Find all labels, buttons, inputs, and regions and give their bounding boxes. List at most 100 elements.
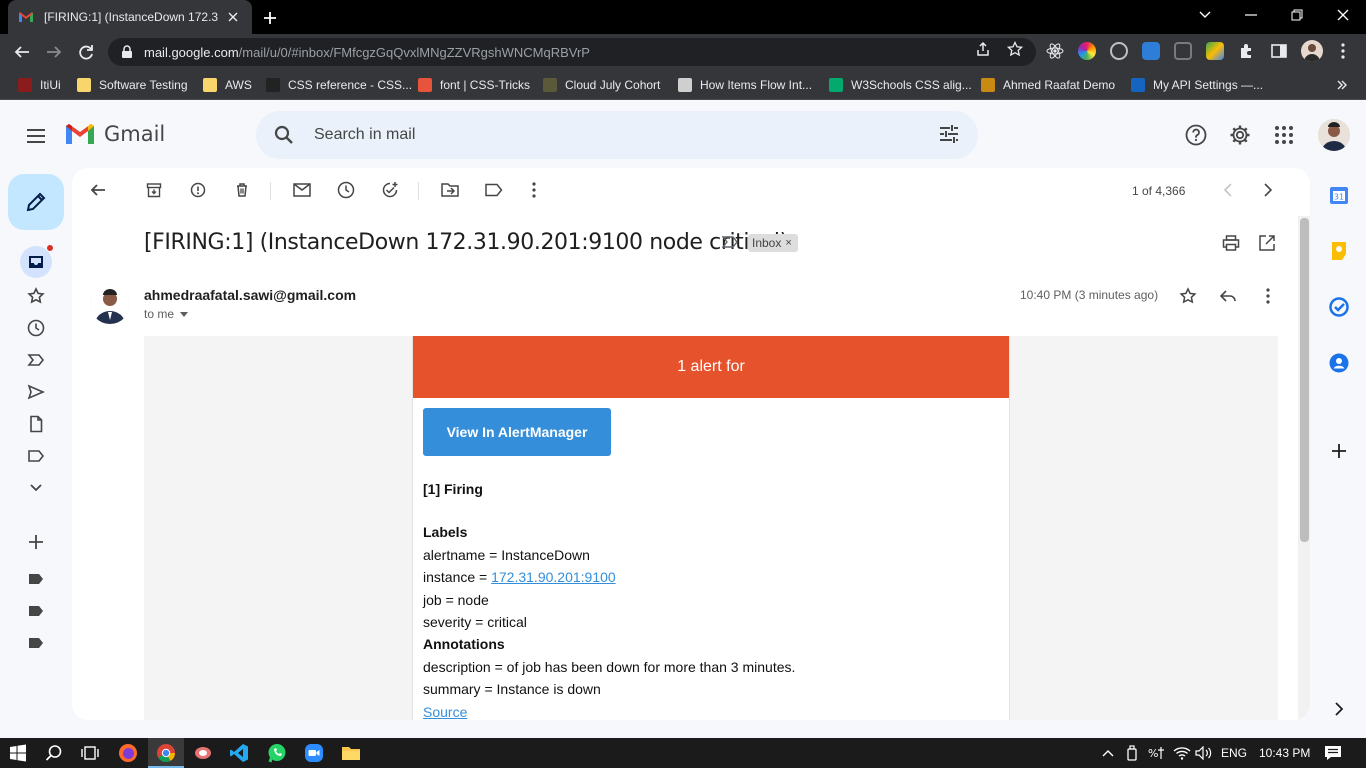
share-icon[interactable]	[974, 40, 992, 58]
notifications-icon[interactable]	[1323, 743, 1343, 763]
sender-avatar[interactable]	[90, 284, 130, 324]
sender-email[interactable]: ahmedraafatal.sawi@gmail.com	[144, 287, 356, 303]
more-nav[interactable]	[24, 476, 48, 500]
whatsapp-icon[interactable]	[267, 743, 287, 763]
remove-label-icon[interactable]: ×	[785, 237, 791, 249]
older-chevron-right-icon[interactable]	[1258, 180, 1278, 200]
wifi-icon[interactable]	[1172, 743, 1192, 763]
bookmark-w3schools[interactable]: W3Schools CSS alig...	[829, 76, 972, 94]
categories-nav[interactable]	[24, 444, 48, 468]
drafts-nav[interactable]	[24, 412, 48, 436]
label-nav-3[interactable]	[24, 631, 48, 655]
labels-icon[interactable]	[484, 180, 504, 200]
input-method-icon[interactable]: %	[1146, 743, 1166, 763]
restore-button[interactable]	[1274, 0, 1320, 30]
important-marker-icon[interactable]	[722, 236, 738, 248]
bookmark-software-testing[interactable]: Software Testing	[77, 76, 188, 94]
bookmark-css-reference[interactable]: CSS reference - CSS...	[266, 76, 412, 94]
add-to-tasks-icon[interactable]	[380, 180, 400, 200]
google-apps-icon[interactable]	[1272, 123, 1296, 147]
support-icon[interactable]	[1184, 123, 1208, 147]
close-window-button[interactable]	[1320, 0, 1366, 30]
delete-icon[interactable]	[232, 180, 252, 200]
label-nav-1[interactable]	[24, 567, 48, 591]
browser-tab-gmail[interactable]: [FIRING:1] (InstanceDown 172.31.	[8, 0, 252, 34]
create-label-button[interactable]	[24, 530, 48, 554]
important-nav[interactable]	[24, 348, 48, 372]
inbox-nav[interactable]	[20, 244, 54, 278]
fonts-extension-icon[interactable]	[1142, 42, 1160, 60]
settings-gear-icon[interactable]	[1228, 123, 1252, 147]
search-options-icon[interactable]	[938, 123, 960, 145]
vscode-icon[interactable]	[229, 743, 249, 763]
message-more-icon[interactable]	[1258, 286, 1278, 306]
get-addons-plus-icon[interactable]	[1328, 440, 1350, 462]
bookmarks-overflow-icon[interactable]	[1336, 76, 1348, 94]
back-button[interactable]	[10, 40, 34, 64]
tab-search-chevron-icon[interactable]	[1182, 0, 1228, 30]
open-new-window-icon[interactable]	[1258, 234, 1276, 252]
firefox-icon[interactable]	[118, 743, 138, 763]
reply-icon[interactable]	[1218, 286, 1238, 306]
move-to-icon[interactable]	[440, 180, 460, 200]
search-icon[interactable]	[274, 125, 294, 145]
account-avatar[interactable]	[1318, 119, 1350, 151]
zoom-icon[interactable]	[304, 743, 324, 763]
volume-icon[interactable]	[1194, 743, 1214, 763]
windows-start-icon[interactable]	[8, 743, 28, 763]
recipients-toggle[interactable]: to me	[144, 307, 189, 321]
label-nav-2[interactable]	[24, 599, 48, 623]
tab-close-icon[interactable]	[224, 8, 242, 26]
starred-nav[interactable]	[24, 284, 48, 308]
show-side-panel-chevron-icon[interactable]	[1328, 698, 1350, 720]
bookmark-ahmed-raafat-demo[interactable]: Ahmed Raafat Demo	[981, 76, 1115, 94]
record-extension-icon[interactable]	[1110, 42, 1128, 60]
forward-button[interactable]	[42, 40, 66, 64]
chrome-icon[interactable]	[156, 743, 176, 763]
file-explorer-icon[interactable]	[341, 743, 361, 763]
extensions-puzzle-icon[interactable]	[1238, 42, 1256, 60]
calendar-icon[interactable]: 31	[1328, 184, 1350, 206]
contacts-icon[interactable]	[1328, 352, 1350, 374]
report-spam-icon[interactable]	[188, 180, 208, 200]
compose-button[interactable]	[8, 174, 64, 230]
address-bar[interactable]: mail.google.com/mail/u/0/#inbox/FMfcgzGq…	[108, 38, 1036, 66]
scrollbar-thumb[interactable]	[1300, 218, 1309, 542]
taskbar-search-icon[interactable]	[44, 743, 64, 763]
bookmark-my-api-settings[interactable]: My API Settings —...	[1131, 76, 1263, 94]
bookmark-css-tricks[interactable]: font | CSS-Tricks	[418, 76, 530, 94]
gmail-logo[interactable]: Gmail	[64, 122, 165, 146]
newer-chevron-left-icon[interactable]	[1218, 180, 1238, 200]
css-extension-icon[interactable]	[1174, 42, 1192, 60]
back-to-inbox-icon[interactable]	[88, 180, 108, 200]
system-clock[interactable]: 10:43 PM	[1259, 746, 1310, 760]
sent-nav[interactable]	[24, 380, 48, 404]
bookmark-cloud-july-cohort[interactable]: Cloud July Cohort	[543, 76, 660, 94]
snoozed-nav[interactable]	[24, 316, 48, 340]
tray-overflow-chevron-icon[interactable]	[1098, 743, 1118, 763]
chrome-profile-avatar[interactable]	[1301, 40, 1323, 62]
minimize-button[interactable]	[1228, 0, 1274, 30]
app-icon[interactable]	[193, 743, 213, 763]
bookmark-how-items-flow[interactable]: How Items Flow Int...	[678, 76, 812, 94]
instance-link[interactable]: 172.31.90.201:9100	[491, 569, 616, 585]
react-devtools-icon[interactable]	[1046, 42, 1064, 60]
snooze-icon[interactable]	[336, 180, 356, 200]
color-picker-extension-icon[interactable]	[1078, 42, 1096, 60]
bookmark-itiui[interactable]: ItiUi	[18, 76, 61, 94]
search-input[interactable]	[314, 126, 874, 144]
archive-icon[interactable]	[144, 180, 164, 200]
tasks-icon[interactable]	[1328, 296, 1350, 318]
new-tab-button[interactable]	[258, 6, 282, 30]
more-options-icon[interactable]	[524, 180, 544, 200]
usb-device-icon[interactable]	[1122, 743, 1142, 763]
bookmark-star-icon[interactable]	[1006, 40, 1024, 58]
star-message-icon[interactable]	[1178, 286, 1198, 306]
side-panel-icon[interactable]	[1270, 42, 1288, 60]
view-in-alertmanager-button[interactable]: View In AlertManager	[423, 408, 611, 456]
language-indicator[interactable]: ENG	[1221, 746, 1247, 760]
bookmark-aws[interactable]: AWS	[203, 76, 252, 94]
task-view-icon[interactable]	[80, 743, 100, 763]
browser-menu-icon[interactable]	[1334, 42, 1352, 60]
print-icon[interactable]	[1222, 234, 1240, 252]
